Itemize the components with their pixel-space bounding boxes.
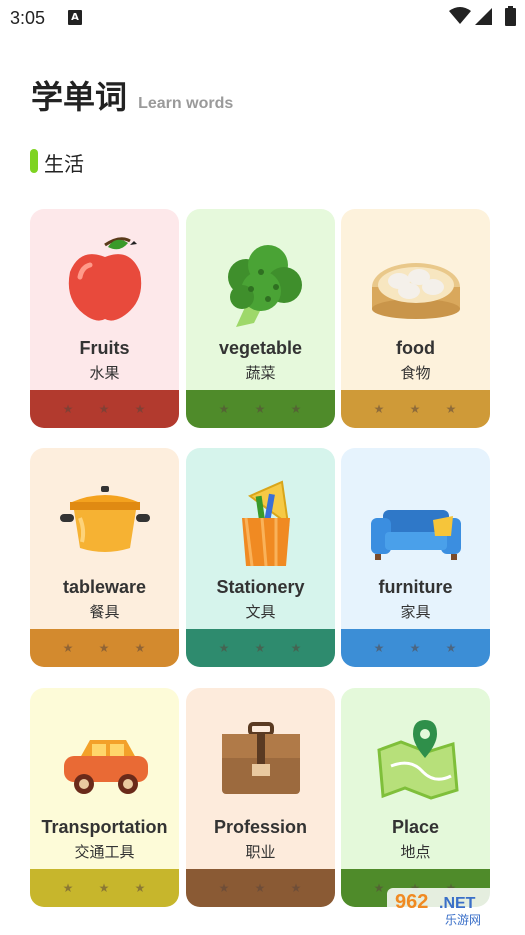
card-footer: ★ ★ ★ xyxy=(341,390,490,428)
card-title-zh: 餐具 xyxy=(89,603,120,621)
car-icon xyxy=(30,706,179,816)
apple-icon xyxy=(30,227,179,337)
card-footer: ★ ★ ★ xyxy=(30,869,179,907)
status-bar: 3:05 A xyxy=(0,0,525,36)
card-title-zh: 文具 xyxy=(245,603,276,621)
star-icon: ★ xyxy=(373,402,385,416)
card-title-zh: 水果 xyxy=(89,364,120,382)
card-title-en: Profession xyxy=(213,817,308,837)
star-icon: ★ xyxy=(290,881,302,895)
svg-text:乐游网: 乐游网 xyxy=(445,913,481,927)
star-icon: ★ xyxy=(134,641,146,655)
star-icon: ★ xyxy=(373,641,385,655)
star-icon: ★ xyxy=(409,641,421,655)
star-icon: ★ xyxy=(62,881,74,895)
card-title-zh: 交通工具 xyxy=(74,843,135,861)
section-accent-bar xyxy=(30,149,38,173)
battery-icon xyxy=(505,6,516,26)
section-title: 生活 xyxy=(44,152,84,176)
svg-text:.NET: .NET xyxy=(439,895,476,912)
card-title-en: Transportation xyxy=(41,817,168,837)
card-footer: ★ ★ ★ xyxy=(341,629,490,667)
category-card-fruits[interactable]: Fruits 水果 ★ ★ ★ xyxy=(30,209,179,428)
sofa-icon xyxy=(341,466,490,576)
star-icon: ★ xyxy=(373,881,385,895)
category-card-food[interactable]: food 食物 ★ ★ ★ xyxy=(341,209,490,428)
category-card-stationery[interactable]: Stationery 文具 ★ ★ ★ xyxy=(186,448,335,667)
map-pin-icon xyxy=(341,706,490,816)
category-card-place[interactable]: Place 地点 ★★★ xyxy=(341,688,490,907)
star-icon: ★ xyxy=(62,641,74,655)
star-icon: ★ xyxy=(290,641,302,655)
card-title-en: Place xyxy=(391,817,440,837)
category-card-furniture[interactable]: furniture 家具 ★ ★ ★ xyxy=(341,448,490,667)
card-title-en: Fruits xyxy=(79,338,130,358)
cooking-pot-icon xyxy=(30,466,179,576)
category-card-profession[interactable]: Profession 职业 ★ ★ ★ xyxy=(186,688,335,907)
star-icon: ★ xyxy=(98,881,110,895)
card-title-en: Stationery xyxy=(216,577,305,597)
watermark-logo: 962 .NET 乐游网 xyxy=(387,886,519,930)
card-title-en: food xyxy=(396,338,435,358)
card-footer: ★ ★ ★ xyxy=(186,390,335,428)
category-card-tableware[interactable]: tableware 餐具 ★ ★ ★ xyxy=(30,448,179,667)
card-title-en: furniture xyxy=(378,577,453,597)
category-card-vegetable[interactable]: vegetable 蔬菜 ★ ★ ★ xyxy=(186,209,335,428)
card-footer: ★ ★ ★ xyxy=(30,629,179,667)
briefcase-icon xyxy=(186,706,335,816)
card-footer: ★ ★ ★ xyxy=(186,629,335,667)
star-icon: ★ xyxy=(254,402,266,416)
star-icon: ★ xyxy=(254,881,266,895)
card-title-zh: 地点 xyxy=(400,843,431,861)
star-icon: ★ xyxy=(445,641,457,655)
star-icon: ★ xyxy=(218,641,230,655)
card-title-zh: 食物 xyxy=(400,364,431,382)
star-icon: ★ xyxy=(98,402,110,416)
page-subtitle: Learn words xyxy=(138,95,234,112)
category-card-transportation[interactable]: Transportation 交通工具 ★ ★ ★ xyxy=(30,688,179,907)
star-icon: ★ xyxy=(445,402,457,416)
card-title-zh: 家具 xyxy=(400,603,431,621)
svg-text:962: 962 xyxy=(395,891,428,913)
card-title-zh: 职业 xyxy=(245,843,276,861)
page-header: 学单词 Learn words xyxy=(31,72,233,118)
star-icon: ★ xyxy=(98,641,110,655)
page-title: 学单词 xyxy=(31,78,128,116)
card-footer: ★ ★ ★ xyxy=(30,390,179,428)
notification-icon: A xyxy=(68,10,82,25)
star-icon: ★ xyxy=(254,641,266,655)
wifi-icon xyxy=(449,7,471,24)
card-title-en: tableware xyxy=(62,577,147,597)
star-icon: ★ xyxy=(218,402,230,416)
star-icon: ★ xyxy=(134,402,146,416)
pencil-holder-icon xyxy=(186,466,335,576)
star-icon: ★ xyxy=(218,881,230,895)
broccoli-icon xyxy=(186,227,335,337)
dumpling-steamer-icon xyxy=(341,227,490,337)
card-title-zh: 蔬菜 xyxy=(245,364,276,382)
star-icon: ★ xyxy=(290,402,302,416)
card-footer: ★ ★ ★ xyxy=(186,869,335,907)
status-time: 3:05 xyxy=(10,8,46,28)
card-title-en: vegetable xyxy=(218,338,303,358)
star-icon: ★ xyxy=(409,402,421,416)
star-icon: ★ xyxy=(134,881,146,895)
signal-icon xyxy=(475,8,492,25)
star-icon: ★ xyxy=(62,402,74,416)
